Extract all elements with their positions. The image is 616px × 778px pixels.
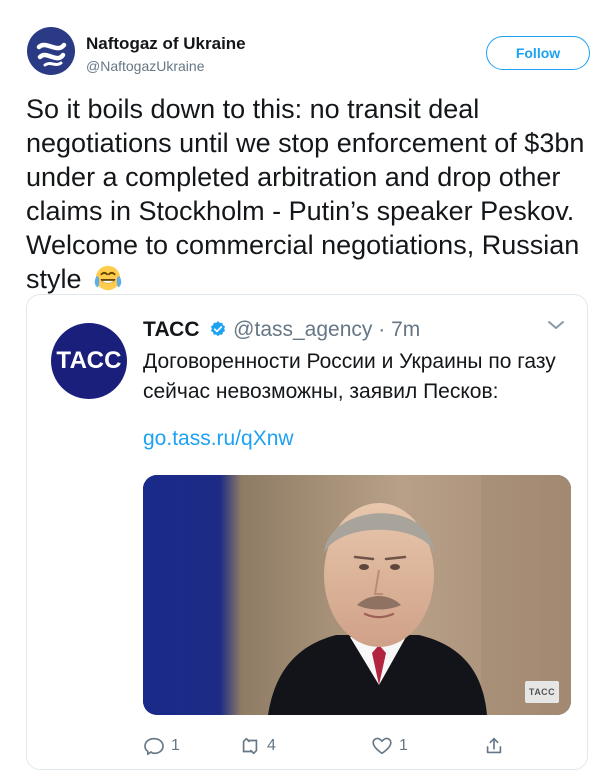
author-handle[interactable]: @NaftogazUkraine (86, 58, 205, 74)
author-name[interactable]: Naftogaz of Ukraine (86, 34, 246, 54)
share-action[interactable] (483, 735, 511, 757)
tass-avatar[interactable]: ТАСС (51, 323, 127, 399)
chevron-down-icon[interactable] (545, 317, 567, 333)
share-icon (486, 737, 502, 754)
quoted-author-handle[interactable]: @tass_agency (233, 318, 372, 341)
tweet-actions: 1 4 1 (143, 735, 569, 763)
reply-action[interactable]: 1 (143, 735, 180, 757)
like-count: 1 (399, 737, 408, 754)
face-with-tears-of-joy-icon (93, 263, 123, 293)
quoted-image[interactable]: ТАСС (143, 475, 571, 715)
author-avatar[interactable] (26, 26, 76, 76)
verified-badge-icon (209, 319, 227, 337)
follow-button[interactable]: Follow (486, 36, 590, 70)
retweet-icon (242, 737, 258, 755)
quoted-author-name[interactable]: ТАСС (143, 318, 199, 341)
retweet-action[interactable]: 4 (239, 735, 276, 757)
tweet-header: Naftogaz of Ukraine @NaftogazUkraine Fol… (26, 26, 590, 82)
tweet-text: So it boils down to this: no transit dea… (26, 92, 596, 296)
separator-dot: · (378, 318, 386, 341)
quoted-tweet-header: ТАСС @tass_agency · 7m (143, 317, 420, 343)
reply-icon (144, 737, 164, 756)
quoted-timestamp[interactable]: 7m (391, 318, 420, 341)
reply-count: 1 (171, 737, 180, 754)
retweet-count: 4 (267, 737, 276, 754)
like-action[interactable]: 1 (371, 735, 408, 757)
tweet-card: Naftogaz of Ukraine @NaftogazUkraine Fol… (0, 0, 616, 778)
tass-watermark: ТАСС (525, 681, 559, 703)
heart-icon (372, 737, 392, 755)
quoted-text: Договоренности России и Украины по газу … (143, 350, 556, 403)
portrait-image-icon (143, 475, 571, 715)
naftogaz-logo-icon (27, 27, 75, 75)
quoted-link[interactable]: go.tass.ru/qXnw (143, 427, 294, 451)
quoted-tweet[interactable]: ТАСС ТАСС @tass_agency · 7m Договореннос… (26, 294, 588, 770)
